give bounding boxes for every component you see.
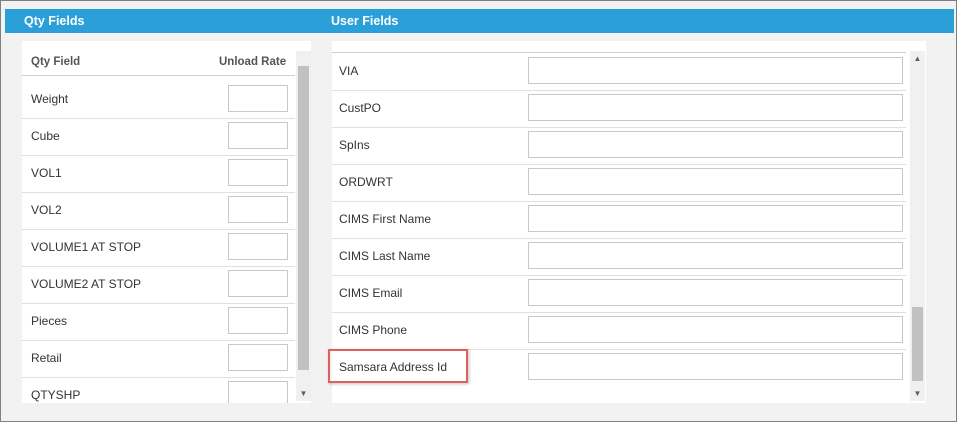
qty-row: QTYSHP <box>22 377 295 403</box>
unload-rate-input[interactable] <box>228 344 288 371</box>
user-field-label: SpIns <box>339 138 370 152</box>
user-field-label: CIMS First Name <box>339 212 432 226</box>
qty-row: Cube <box>22 118 295 156</box>
user-field-input[interactable] <box>528 279 903 306</box>
unload-rate-input[interactable] <box>228 270 288 297</box>
qty-row: VOL2 <box>22 192 295 230</box>
unload-rate-input[interactable] <box>228 196 288 223</box>
user-field-input[interactable] <box>528 131 903 158</box>
unload-rate-column-header: Unload Rate <box>219 56 287 68</box>
user-field-label: CIMS Email <box>339 286 403 300</box>
qty-row-label: VOL2 <box>31 203 62 217</box>
user-field-row: CIMS Phone <box>332 312 906 350</box>
scroll-down-icon[interactable]: ▼ <box>296 386 311 401</box>
user-field-label: VIA <box>339 64 359 78</box>
unload-rate-input[interactable] <box>228 307 288 334</box>
user-fields-title: User Fields <box>331 14 399 28</box>
qty-row: VOLUME1 AT STOP <box>22 229 295 267</box>
user-field-input[interactable] <box>528 168 903 195</box>
qty-header-divider <box>22 75 295 76</box>
fields-window: Qty Fields User Fields Qty Field Unload … <box>0 0 957 422</box>
qty-row: VOLUME2 AT STOP <box>22 266 295 304</box>
section-header-bar: Qty Fields User Fields <box>5 9 954 33</box>
user-field-label: CustPO <box>339 101 382 115</box>
user-scrollbar[interactable]: ▲ ▼ <box>910 51 925 401</box>
qty-row-label: VOLUME2 AT STOP <box>31 277 142 291</box>
unload-rate-input[interactable] <box>228 381 288 403</box>
user-field-input[interactable] <box>528 205 903 232</box>
user-field-input[interactable] <box>528 94 903 121</box>
user-field-row: ORDWRT <box>332 164 906 202</box>
user-field-input[interactable] <box>528 57 903 84</box>
qty-row: Weight <box>22 81 295 119</box>
user-field-row: CIMS Email <box>332 275 906 313</box>
unload-rate-input[interactable] <box>228 122 288 149</box>
qty-field-column-header: Qty Field <box>31 56 81 68</box>
qty-fields-panel: Qty Field Unload Rate Weight Cube VOL1 V… <box>22 41 311 403</box>
unload-rate-input[interactable] <box>228 233 288 260</box>
qty-scrollbar[interactable]: ▼ <box>296 51 311 401</box>
qty-row: Pieces <box>22 303 295 341</box>
user-field-row: VIA <box>332 53 906 91</box>
qty-row-label: Weight <box>31 92 69 106</box>
user-scroll-thumb[interactable] <box>912 307 923 381</box>
scroll-up-icon[interactable]: ▲ <box>910 51 925 66</box>
unload-rate-input[interactable] <box>228 85 288 112</box>
user-field-row: CIMS Last Name <box>332 238 906 276</box>
unload-rate-input[interactable] <box>228 159 288 186</box>
qty-fields-title: Qty Fields <box>24 14 85 28</box>
user-field-row: CustPO <box>332 90 906 128</box>
qty-row: VOL1 <box>22 155 295 193</box>
highlight-annotation-box <box>328 349 468 383</box>
qty-row-label: VOL1 <box>31 166 62 180</box>
user-field-label: CIMS Phone <box>339 323 408 337</box>
qty-row-label: QTYSHP <box>31 388 81 402</box>
qty-scroll-thumb[interactable] <box>298 66 309 370</box>
user-field-label: ORDWRT <box>339 175 393 189</box>
user-field-input[interactable] <box>528 353 903 380</box>
qty-row-label: Pieces <box>31 314 68 328</box>
user-field-label: CIMS Last Name <box>339 249 431 263</box>
qty-row-label: Cube <box>31 129 60 143</box>
user-field-input[interactable] <box>528 316 903 343</box>
user-field-row: SpIns <box>332 127 906 165</box>
user-field-row: CIMS First Name <box>332 201 906 239</box>
user-field-input[interactable] <box>528 242 903 269</box>
scroll-down-icon[interactable]: ▼ <box>910 386 925 401</box>
qty-row: Retail <box>22 340 295 378</box>
qty-row-label: Retail <box>31 351 62 365</box>
qty-row-label: VOLUME1 AT STOP <box>31 240 142 254</box>
